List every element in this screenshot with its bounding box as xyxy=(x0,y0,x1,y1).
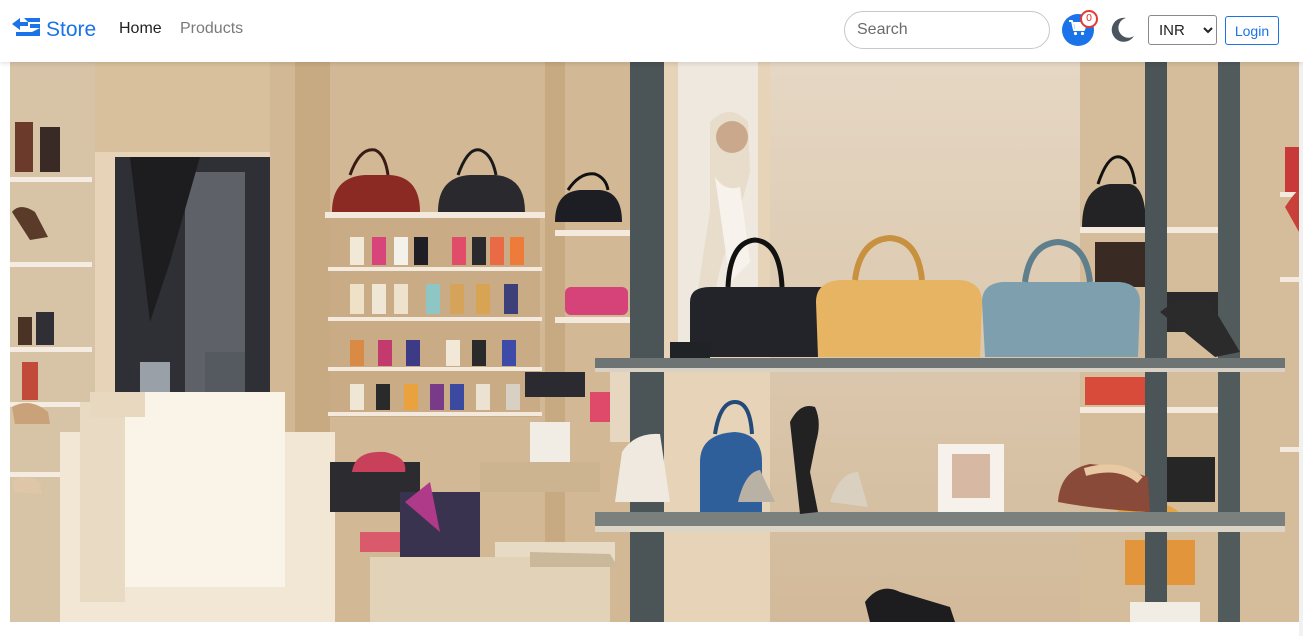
page-scrollbar[interactable] xyxy=(1299,0,1303,636)
search-input[interactable] xyxy=(844,11,1050,49)
nav-home-link[interactable]: Home xyxy=(119,20,162,38)
login-button[interactable]: Login xyxy=(1225,16,1279,45)
nav-products-link[interactable]: Products xyxy=(180,20,243,38)
brand-link[interactable]: Store xyxy=(10,14,96,45)
currency-select[interactable]: INR xyxy=(1148,15,1217,45)
moon-icon xyxy=(1110,17,1136,48)
store-logo-icon xyxy=(10,14,42,45)
theme-toggle-button[interactable] xyxy=(1110,16,1136,44)
cart-count-badge: 0 xyxy=(1080,10,1098,28)
brand-name: Store xyxy=(46,17,97,41)
hero-banner-image xyxy=(10,62,1299,622)
top-navbar: Store Home Products 0 INR Login xyxy=(0,0,1303,62)
